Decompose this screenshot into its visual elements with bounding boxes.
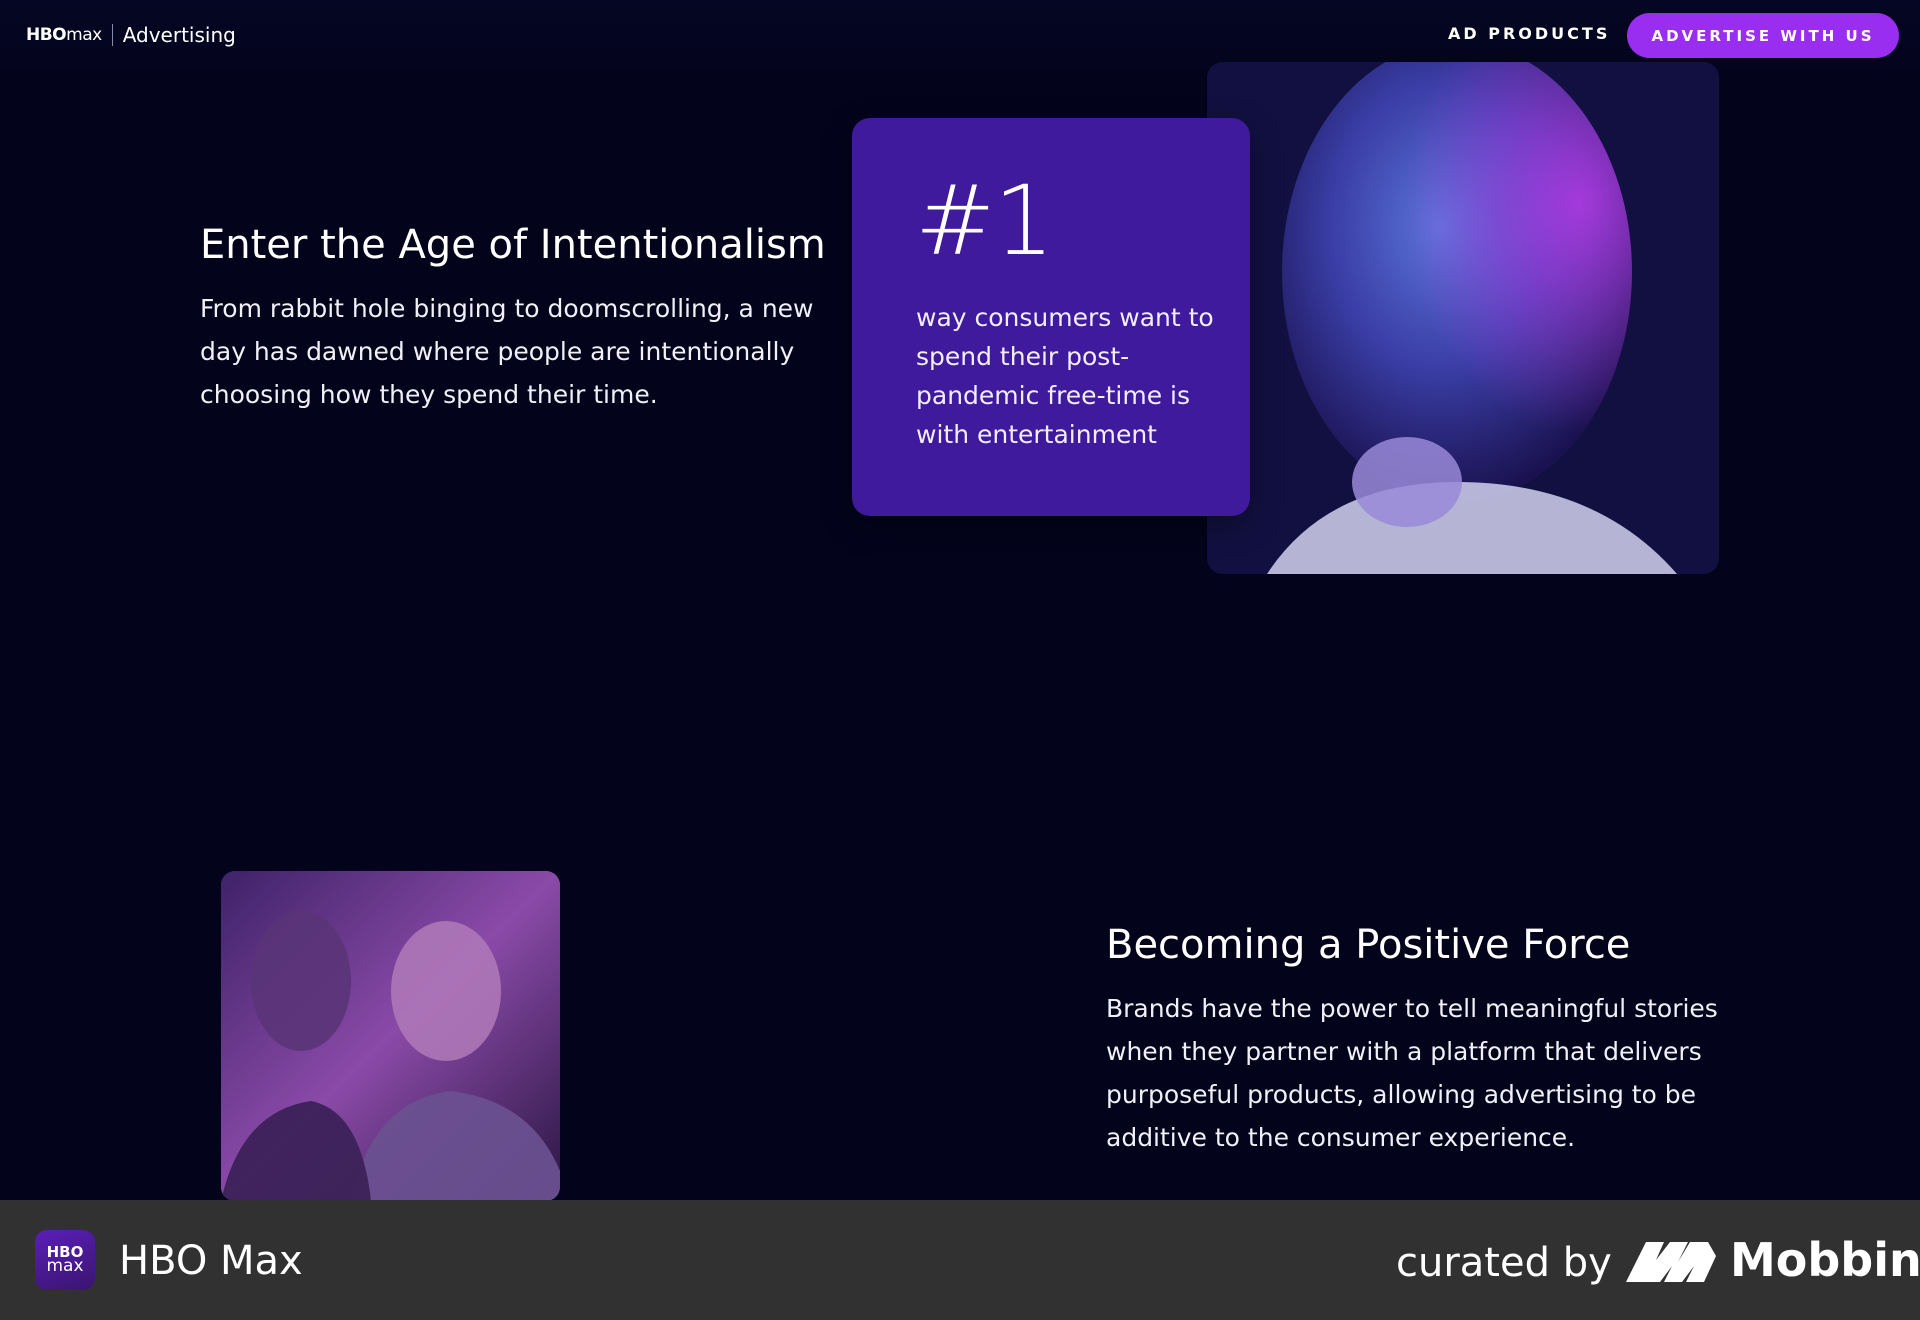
logo-hbo: HBO bbox=[26, 24, 67, 45]
app-name: HBO Max bbox=[119, 1238, 303, 1284]
curation-footer: HBO max HBO Max curated by Mobbin bbox=[0, 1200, 1920, 1320]
audience-photo bbox=[221, 871, 560, 1201]
section-body-intentionalism: From rabbit hole binging to doomscrollin… bbox=[200, 294, 814, 409]
hbo-max-logo: HBOmax bbox=[26, 24, 102, 45]
mobbin-wordmark: Mobbin bbox=[1730, 1233, 1920, 1287]
nav-ad-products[interactable]: AD PRODUCTS bbox=[1448, 24, 1610, 43]
mobbin-logo-icon bbox=[1626, 1242, 1716, 1282]
stat-number: #1 bbox=[915, 165, 1055, 277]
section-title-positive-force: Becoming a Positive Force bbox=[1106, 922, 1631, 968]
advertise-with-us-button[interactable]: ADVERTISE WITH US bbox=[1627, 13, 1899, 58]
stat-card: #1 way consumers want to spend their pos… bbox=[852, 118, 1250, 516]
section-body-positive-force: Brands have the power to tell meaningful… bbox=[1106, 994, 1718, 1152]
brand-name: Advertising bbox=[122, 23, 236, 47]
stat-description: way consumers want to spend their post-p… bbox=[916, 303, 1214, 449]
brand-home-link[interactable]: HBOmax Advertising bbox=[26, 22, 236, 48]
audience-illustration bbox=[221, 871, 560, 1201]
curated-by-label: curated by bbox=[1396, 1240, 1612, 1286]
logo-max: max bbox=[66, 24, 102, 45]
hbo-max-app-icon: HBO max bbox=[35, 1230, 95, 1290]
app-icon-max: max bbox=[46, 1256, 84, 1277]
portrait-illustration bbox=[1207, 62, 1719, 574]
portrait-photo-man bbox=[1207, 62, 1719, 574]
site-header: HBOmax Advertising AD PRODUCTS ADVERTISE… bbox=[0, 0, 1920, 70]
brand-divider bbox=[111, 24, 113, 46]
section-title-intentionalism: Enter the Age of Intentionalism bbox=[200, 222, 826, 268]
